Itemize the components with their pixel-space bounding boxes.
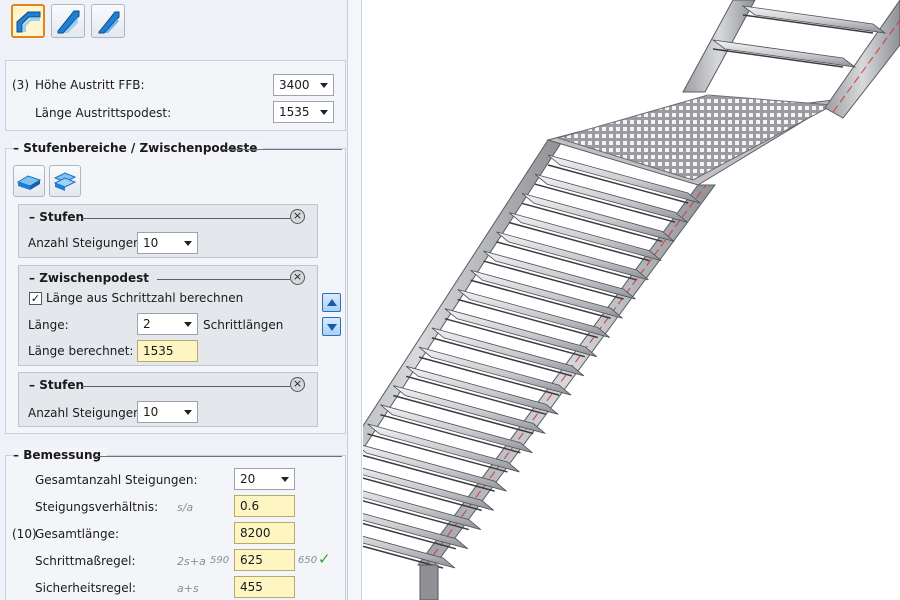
panel-scrollbar[interactable]: [348, 0, 362, 600]
dimensioning-title: – Bemessung: [13, 448, 108, 462]
stair-stringer-icon: [57, 10, 80, 34]
landing-computed-field[interactable]: 1535: [137, 340, 198, 362]
dimensioning-title-line: [94, 456, 342, 457]
step-rule-min: 590: [210, 555, 230, 566]
exit-landing-length-label: Länge Austrittspodest:: [35, 106, 172, 120]
exit-height-index: (3): [12, 78, 29, 92]
landing-computed-value: 1535: [143, 344, 174, 358]
ratio-label: Steigungsverhältnis:: [35, 500, 159, 514]
landing-range: – Zwischenpodest × ✓ Länge aus Schrittza…: [18, 265, 318, 366]
landing-length-unit: Schrittlängen: [203, 318, 284, 332]
steps-range-1-count-value: 10: [143, 236, 159, 250]
properties-panel: (3) Höhe Austritt FFB: 3400 Länge Austri…: [0, 0, 348, 600]
chevron-down-icon: [184, 410, 192, 415]
steps-range-2-count-select[interactable]: 10: [137, 401, 198, 423]
step-rule-field[interactable]: 625: [234, 549, 295, 571]
landing-length-value: 2: [143, 317, 151, 331]
total-length-field[interactable]: 8200: [234, 522, 295, 544]
add-landing-button[interactable]: [49, 165, 81, 197]
3d-viewport[interactable]: [363, 0, 900, 600]
landing-computed-label: Länge berechnet:: [28, 344, 134, 358]
steps-range-2: – Stufen × Anzahl Steigungen: 10: [18, 372, 318, 427]
move-up-button[interactable]: [322, 293, 341, 312]
steps-range-2-count-value: 10: [143, 405, 159, 419]
close-icon[interactable]: ×: [290, 377, 305, 392]
landing-length-select[interactable]: 2: [137, 313, 198, 335]
steps-range-2-line: [81, 386, 290, 387]
stair-type-straight-button[interactable]: [11, 4, 45, 38]
chevron-down-icon: [320, 110, 328, 115]
step-rule-label: Schrittmaßregel:: [35, 554, 136, 568]
steps-range-1: – Stufen × Anzahl Steigungen: 10: [18, 204, 318, 258]
total-length-index: (10): [12, 527, 37, 541]
outer-post: [419, 564, 439, 600]
safety-rule-formula: a+s: [177, 582, 199, 595]
landing-length-label: Länge:: [28, 318, 69, 332]
chevron-down-icon: [320, 83, 328, 88]
chevron-down-icon: [184, 241, 192, 246]
total-steps-label: Gesamtanzahl Steigungen:: [35, 473, 198, 487]
exit-landing-length-select[interactable]: 1535: [273, 101, 334, 123]
add-landing-icon: [53, 172, 77, 191]
ranges-title: – Stufenbereiche / Zwischenpodeste: [13, 141, 264, 155]
ratio-field[interactable]: 0.6: [234, 495, 295, 517]
total-length-label: Gesamtlänge:: [35, 527, 120, 541]
safety-rule-label: Sicherheitsregel:: [35, 581, 136, 595]
step-rule-value: 625: [240, 553, 263, 567]
steps-range-2-title: – Stufen: [29, 378, 90, 392]
add-steps-button[interactable]: [13, 165, 45, 197]
chevron-down-icon: [281, 477, 289, 482]
ratio-formula: s/a: [177, 501, 194, 514]
safety-rule-value: 455: [240, 580, 263, 594]
close-icon[interactable]: ×: [290, 270, 305, 285]
landing-range-title: – Zwischenpodest: [29, 271, 155, 285]
total-steps-select[interactable]: 20: [234, 468, 295, 490]
check-ok-icon: ✓: [318, 550, 331, 568]
ranges-title-line: [222, 149, 342, 150]
tread-upper: [711, 39, 857, 68]
steps-range-2-count-label: Anzahl Steigungen:: [28, 406, 145, 420]
steps-range-1-title: – Stufen: [29, 210, 90, 224]
stair-type-stringer-button[interactable]: [51, 4, 85, 38]
close-icon[interactable]: ×: [290, 209, 305, 224]
add-steps-icon: [16, 175, 42, 190]
stair-type-stringer-alt-button[interactable]: [91, 4, 125, 38]
total-steps-value: 20: [240, 472, 256, 486]
ratio-value: 0.6: [240, 499, 260, 513]
exit-group: (3) Höhe Austritt FFB: 3400 Länge Austri…: [5, 60, 346, 131]
length-from-steps-checkbox[interactable]: ✓: [29, 292, 42, 305]
landing-grating: [556, 94, 835, 181]
length-from-steps-label: Länge aus Schrittzahl berechnen: [46, 291, 244, 305]
steps-range-1-line: [81, 218, 290, 219]
stair-straight-icon: [16, 11, 41, 33]
step-rule-max: 650: [298, 555, 318, 566]
ranges-group: – Stufenbereiche / Zwischenpodeste – Stu…: [5, 141, 346, 434]
exit-height-label: Höhe Austritt FFB:: [35, 78, 145, 92]
tread-upper: [741, 5, 887, 34]
landing-range-line: [157, 279, 290, 280]
total-length-value: 8200: [240, 526, 271, 540]
dimensioning-group: – Bemessung Gesamtanzahl Steigungen: 20 …: [5, 448, 346, 600]
safety-rule-field[interactable]: 455: [234, 576, 295, 598]
steps-range-1-count-select[interactable]: 10: [137, 232, 198, 254]
exit-height-value: 3400: [279, 78, 310, 92]
chevron-down-icon: [184, 322, 192, 327]
steps-range-1-count-label: Anzahl Steigungen:: [28, 236, 145, 250]
exit-height-select[interactable]: 3400: [273, 74, 334, 96]
stair-stringer-alt-icon: [98, 11, 120, 34]
exit-landing-length-value: 1535: [279, 105, 310, 119]
move-down-button[interactable]: [322, 317, 341, 336]
stair-model: [363, 0, 900, 600]
step-rule-formula: 2s+a: [177, 555, 206, 568]
